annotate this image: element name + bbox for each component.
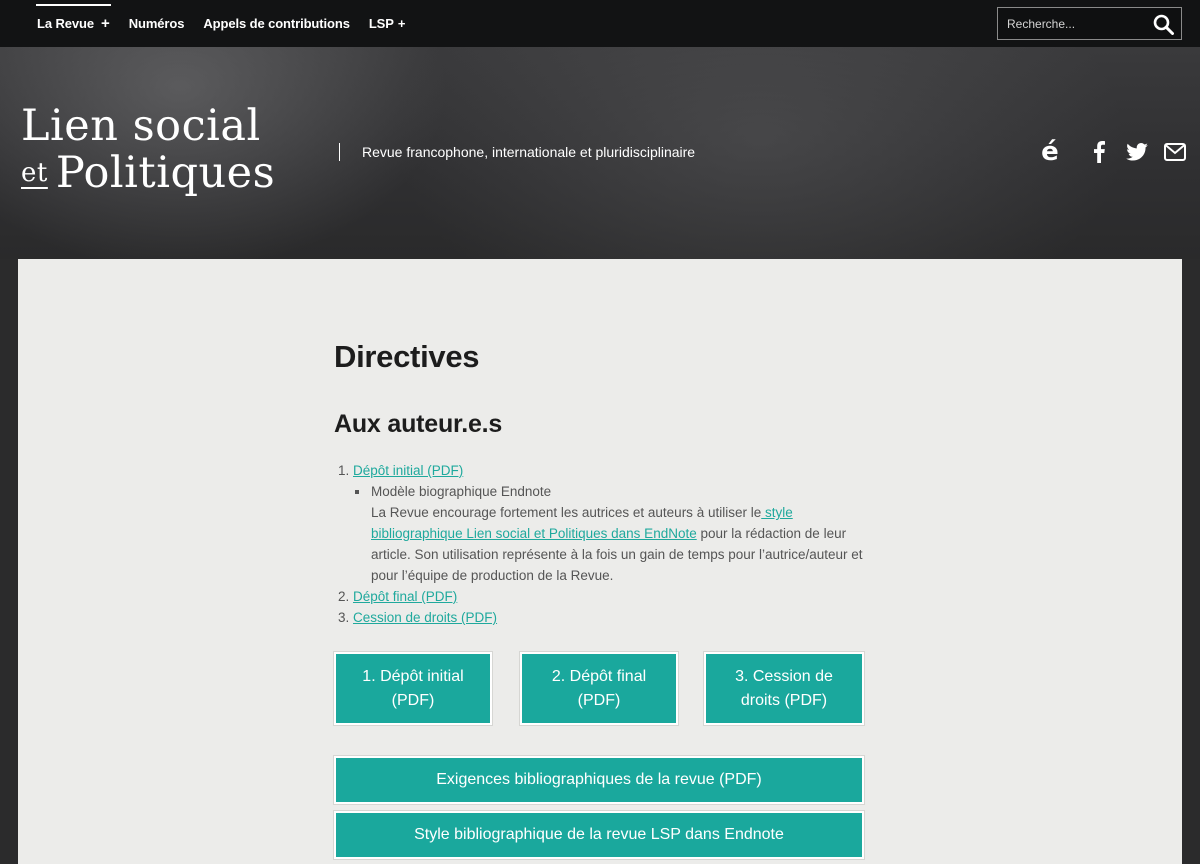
button-label: 3. Cession de droits (PDF): [735, 667, 833, 709]
logo-et: et: [21, 158, 48, 188]
list-number: 3.: [338, 610, 350, 625]
nav-item-numeros[interactable]: Numéros: [129, 0, 185, 47]
cession-droits-button[interactable]: 3. Cession de droits (PDF): [703, 651, 865, 726]
facebook-link[interactable]: [1080, 139, 1118, 165]
expand-plus-icon: +: [101, 15, 110, 32]
page-title: Directives: [334, 339, 480, 374]
depot-initial-button[interactable]: 1. Dépôt initial (PDF): [333, 651, 493, 726]
site-tagline: Revue francophone, internationale et plu…: [339, 143, 695, 161]
nav-item-label: La Revue: [37, 16, 95, 31]
nav-item-label: Numéros: [128, 16, 185, 31]
sub-item-text: La Revue encourage fortement les autrice…: [371, 502, 864, 586]
sub-item-title: Modèle biographique Endnote: [371, 484, 552, 499]
expand-plus-icon: +: [397, 16, 406, 31]
twitter-link[interactable]: [1118, 139, 1156, 165]
style-endnote-button[interactable]: Style bibliographique de la revue LSP da…: [333, 810, 865, 860]
nav-item-la-revue[interactable]: La Revue +: [36, 0, 111, 47]
email-link[interactable]: [1156, 139, 1194, 165]
search-box: [997, 7, 1182, 40]
envelope-icon: [1164, 143, 1186, 161]
site-logo[interactable]: Lien social et Politiques: [21, 103, 275, 197]
depot-final-button[interactable]: 2. Dépôt final (PDF): [519, 651, 679, 726]
nav-item-appels[interactable]: Appels de contributions: [203, 0, 350, 47]
section-title: Aux auteur.e.s: [334, 410, 503, 438]
button-label: Style bibliographique de la revue LSP da…: [414, 826, 784, 843]
twitter-icon: [1126, 143, 1148, 161]
button-label: 2. Dépôt final (PDF): [551, 667, 647, 709]
nav-item-label: LSP: [368, 16, 394, 31]
cession-droits-link[interactable]: Cession de droits (PDF): [353, 610, 497, 625]
facebook-icon: [1094, 141, 1105, 163]
exigences-bibliographiques-button[interactable]: Exigences bibliographiques de la revue (…: [333, 755, 865, 805]
logo-line-2: et Politiques: [21, 150, 275, 197]
erudit-link[interactable]: é: [1040, 139, 1060, 165]
main-content-panel: Directives Aux auteur.e.s 1. Dépôt initi…: [18, 259, 1182, 864]
bullet-icon: [355, 490, 359, 494]
top-navigation-bar: La Revue + Numéros Appels de contributio…: [0, 0, 1200, 47]
social-links: é: [1040, 139, 1194, 165]
button-label: Exigences bibliographiques de la revue (…: [436, 771, 762, 788]
sub-list-item: Modèle biographique Endnote La Revue enc…: [353, 481, 864, 586]
nav-item-lsp[interactable]: LSP +: [368, 0, 406, 47]
button-label: 1. Dépôt initial (PDF): [362, 667, 464, 709]
document-list: 1. Dépôt initial (PDF) Modèle biographiq…: [334, 460, 864, 628]
erudit-icon: é: [1041, 137, 1059, 167]
site-header: Lien social et Politiques Revue francopho…: [0, 47, 1200, 259]
logo-politiques: Politiques: [55, 148, 276, 198]
main-nav: La Revue + Numéros Appels de contributio…: [36, 0, 424, 47]
list-number: 2.: [338, 589, 350, 604]
list-item: 3. Cession de droits (PDF): [334, 607, 864, 628]
list-item: 2. Dépôt final (PDF): [334, 586, 864, 607]
sub-item-text-before: La Revue encourage fortement les autrice…: [371, 505, 762, 520]
list-number: 1.: [338, 463, 350, 478]
search-button[interactable]: [1152, 13, 1174, 35]
search-icon: [1153, 14, 1174, 35]
logo-line-1: Lien social: [21, 101, 261, 151]
nav-item-label: Appels de contributions: [203, 16, 350, 31]
list-item: 1. Dépôt initial (PDF): [334, 460, 864, 481]
depot-final-link[interactable]: Dépôt final (PDF): [353, 589, 457, 604]
search-input[interactable]: [998, 16, 1143, 31]
depot-initial-link[interactable]: Dépôt initial (PDF): [353, 463, 463, 478]
